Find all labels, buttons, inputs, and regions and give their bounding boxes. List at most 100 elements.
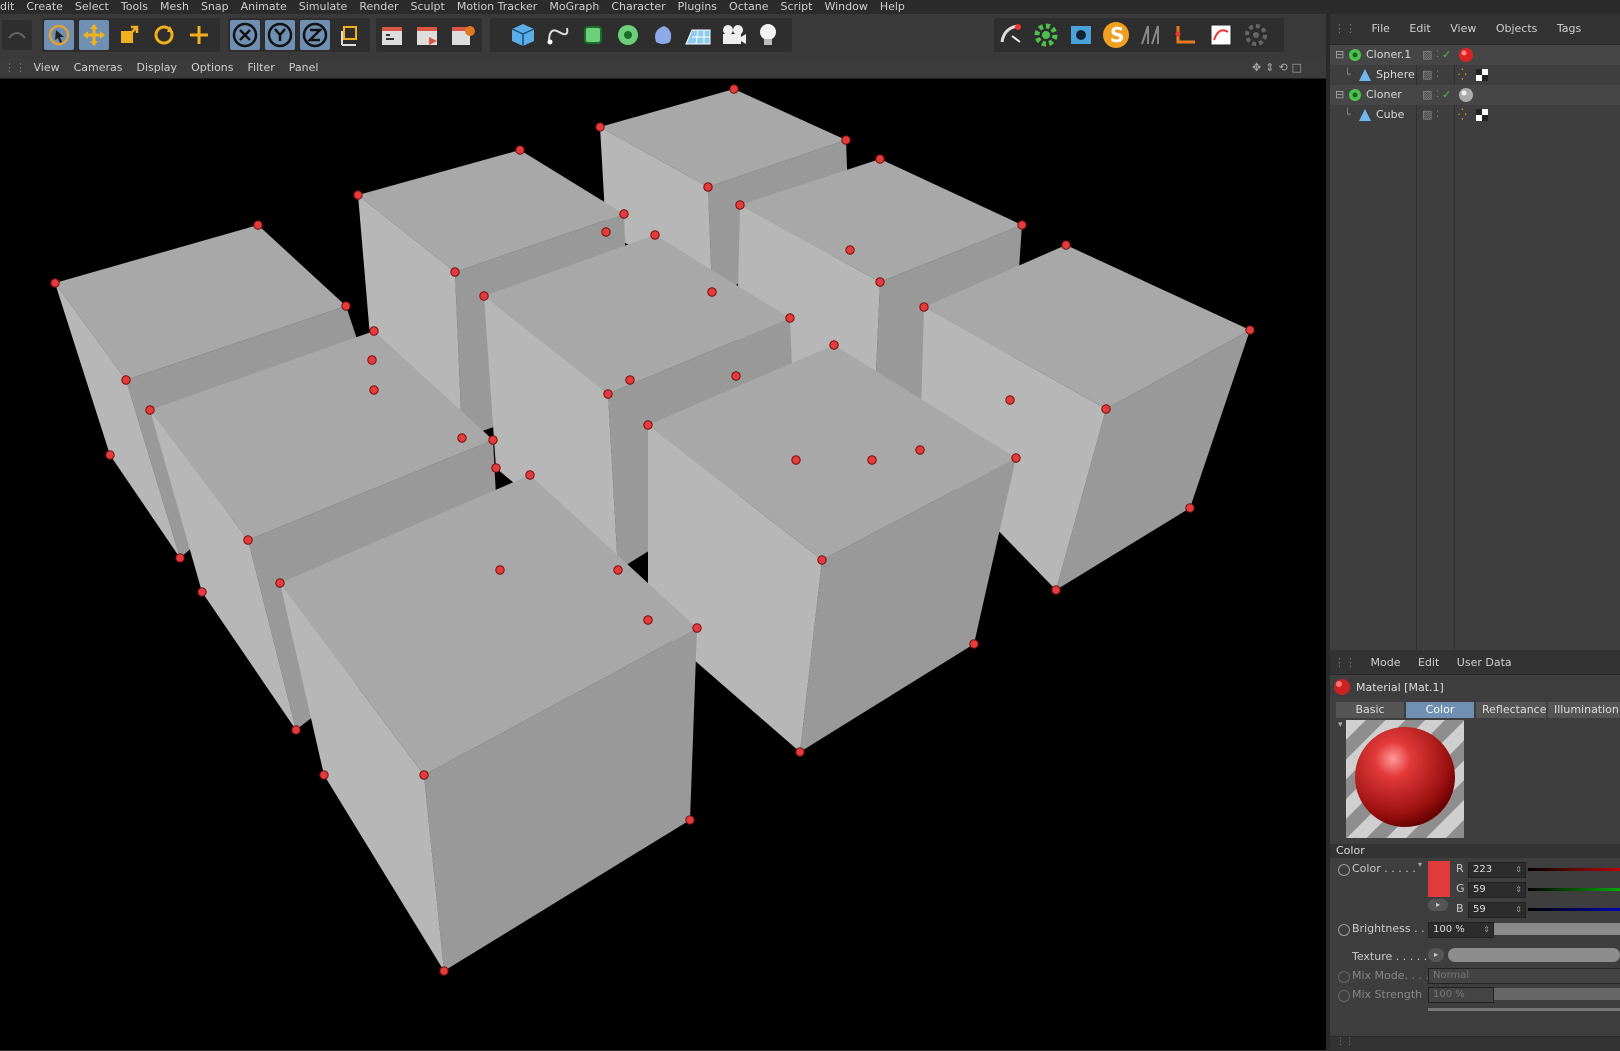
object-row-cloner-1[interactable]: ⊟ Cloner.1 ▨ ⁚ ✓ xyxy=(1330,45,1620,65)
tab-basic[interactable]: Basic xyxy=(1336,702,1404,718)
cube-9-vertex-7[interactable] xyxy=(685,815,695,825)
pan-icon[interactable]: ✥ xyxy=(1252,61,1261,75)
cube-1-vertex-2[interactable] xyxy=(729,84,739,94)
tab-color[interactable]: Color xyxy=(1406,702,1474,718)
cube-1-vertex-6[interactable] xyxy=(601,227,611,237)
xpresso-button[interactable] xyxy=(1031,20,1061,50)
floor-button[interactable] xyxy=(683,20,713,50)
texture-menu-icon[interactable]: ▸ xyxy=(1428,948,1444,962)
cube-8-vertex-2[interactable] xyxy=(829,340,839,350)
viewport-menu-display[interactable]: Display xyxy=(130,58,185,78)
cube-6-vertex-5[interactable] xyxy=(1051,585,1061,595)
cube-5-vertex-1[interactable] xyxy=(479,291,489,301)
menu-render[interactable]: Render xyxy=(353,1,404,12)
color-picker-toggle-icon[interactable]: ▸ xyxy=(1428,899,1448,911)
cube-9-vertex-4[interactable] xyxy=(419,770,429,780)
object-name[interactable]: Cloner.1 xyxy=(1366,45,1411,65)
cube-8-vertex-4[interactable] xyxy=(817,555,827,565)
object-name[interactable]: Sphere xyxy=(1376,65,1415,85)
expand-toggle-icon[interactable]: ⊟ xyxy=(1335,45,1344,65)
om-menu-file[interactable]: File xyxy=(1364,14,1398,44)
object-row-sphere[interactable]: └ Sphere ▨ ⁚ ⁛ xyxy=(1330,65,1620,85)
cube-5-vertex-4[interactable] xyxy=(603,389,613,399)
cube-6-vertex-3[interactable] xyxy=(1245,325,1255,335)
render-settings-button[interactable] xyxy=(448,20,478,50)
motion-tracker-button[interactable] xyxy=(996,20,1026,50)
coordinate-system-button[interactable] xyxy=(335,20,365,50)
mix-mode-dropdown[interactable]: Normal xyxy=(1428,968,1620,984)
rotate-button[interactable] xyxy=(149,20,179,50)
brightness-slider[interactable] xyxy=(1494,923,1620,935)
cube-2-vertex-6[interactable] xyxy=(367,355,377,365)
dropdown-arrow-icon[interactable]: ▾ xyxy=(1418,860,1422,869)
cube-6-vertex-2[interactable] xyxy=(1061,240,1071,250)
light-button[interactable] xyxy=(753,20,783,50)
cube-8-vertex-3[interactable] xyxy=(1011,453,1021,463)
cube-1-vertex-4[interactable] xyxy=(703,182,713,192)
cube-2-vertex-1[interactable] xyxy=(353,190,363,200)
cube-2-vertex-2[interactable] xyxy=(515,145,525,155)
render-plugin-button[interactable] xyxy=(1066,20,1096,50)
cube-4-vertex-1[interactable] xyxy=(50,278,60,288)
live-select-button[interactable] xyxy=(44,20,74,50)
phong-tag-icon[interactable]: ⁛ xyxy=(1458,105,1467,125)
om-menu-view[interactable]: View xyxy=(1442,14,1484,44)
transform-button[interactable] xyxy=(184,20,214,50)
object-row-cube[interactable]: └ Cube ▨ ⁚ ⁛ xyxy=(1330,105,1620,125)
menu-select[interactable]: Select xyxy=(69,1,115,12)
graph-button[interactable] xyxy=(1206,20,1236,50)
cube-7-vertex-4[interactable] xyxy=(243,535,253,545)
cube-9-vertex-2[interactable] xyxy=(525,470,535,480)
cube-2-vertex-4[interactable] xyxy=(450,267,460,277)
disabled-gear-button[interactable] xyxy=(1241,20,1271,50)
cube-9-vertex-1[interactable] xyxy=(275,578,285,588)
cube-8-vertex-1[interactable] xyxy=(643,420,653,430)
menu-script[interactable]: Script xyxy=(775,1,819,12)
zoom-icon[interactable]: ⇕ xyxy=(1265,61,1274,75)
tab-illumination[interactable]: Illumination xyxy=(1548,702,1620,718)
enabled-check-icon[interactable]: ✓ xyxy=(1442,85,1451,105)
cube-6-vertex-7[interactable] xyxy=(1185,503,1195,513)
menu-help[interactable]: Help xyxy=(874,1,911,12)
menu-simulate[interactable]: Simulate xyxy=(293,1,354,12)
menu-plugins[interactable]: Plugins xyxy=(672,1,723,12)
orbit-icon[interactable]: ⟲ xyxy=(1278,61,1287,75)
cube-4-vertex-7[interactable] xyxy=(369,385,379,395)
cube-3-vertex-1[interactable] xyxy=(735,200,745,210)
cube-8-vertex-7[interactable] xyxy=(969,639,979,649)
cube-7-vertex-3[interactable] xyxy=(488,435,498,445)
menu-character[interactable]: Character xyxy=(605,1,671,12)
green-value-field[interactable]: 59 ⇕ xyxy=(1468,882,1526,898)
brightness-value-field[interactable]: 100 % ⇕ xyxy=(1428,922,1494,938)
red-slider[interactable] xyxy=(1528,868,1620,871)
cube-5-vertex-5[interactable] xyxy=(613,565,623,575)
cube-6-vertex-6[interactable] xyxy=(915,445,925,455)
texture-slot[interactable] xyxy=(1448,948,1620,962)
render-to-picture-viewer-button[interactable] xyxy=(413,20,443,50)
expand-toggle-icon[interactable]: ⊟ xyxy=(1335,85,1344,105)
visibility-dots-icon[interactable]: ⁚ xyxy=(1436,105,1439,125)
cube-6-vertex-4[interactable] xyxy=(1101,404,1111,414)
object-name[interactable]: Cloner xyxy=(1366,85,1402,105)
cube-3-vertex-2[interactable] xyxy=(875,154,885,164)
cube-2-vertex-7[interactable] xyxy=(625,375,635,385)
cube-4-vertex-6[interactable] xyxy=(105,450,115,460)
object-name[interactable]: Cube xyxy=(1376,105,1404,125)
tab-reflectance[interactable]: Reflectance xyxy=(1476,702,1547,718)
cube-3-vertex-7[interactable] xyxy=(1005,395,1015,405)
hair-button[interactable] xyxy=(1136,20,1166,50)
checker-texture-tag-icon[interactable] xyxy=(1476,69,1488,81)
menu-motion-tracker[interactable]: Motion Tracker xyxy=(451,1,543,12)
object-row-cloner[interactable]: ⊟ Cloner ▨ ⁚ ✓ xyxy=(1330,85,1620,105)
om-menu-objects[interactable]: Objects xyxy=(1488,14,1546,44)
cube-4-vertex-4[interactable] xyxy=(121,375,131,385)
cube-7-vertex-7[interactable] xyxy=(495,565,505,575)
move-button[interactable] xyxy=(79,20,109,50)
collapse-arrow-icon[interactable]: ▾ xyxy=(1338,720,1343,730)
viewport-menu-panel[interactable]: Panel xyxy=(282,58,326,78)
phong-tag-icon[interactable]: ⁛ xyxy=(1458,65,1467,85)
menu-mograph[interactable]: MoGraph xyxy=(543,1,605,12)
cube-2-vertex-5[interactable] xyxy=(457,433,467,443)
maximize-icon[interactable]: □ xyxy=(1292,61,1302,75)
attr-menu-user-data[interactable]: User Data xyxy=(1450,652,1519,674)
